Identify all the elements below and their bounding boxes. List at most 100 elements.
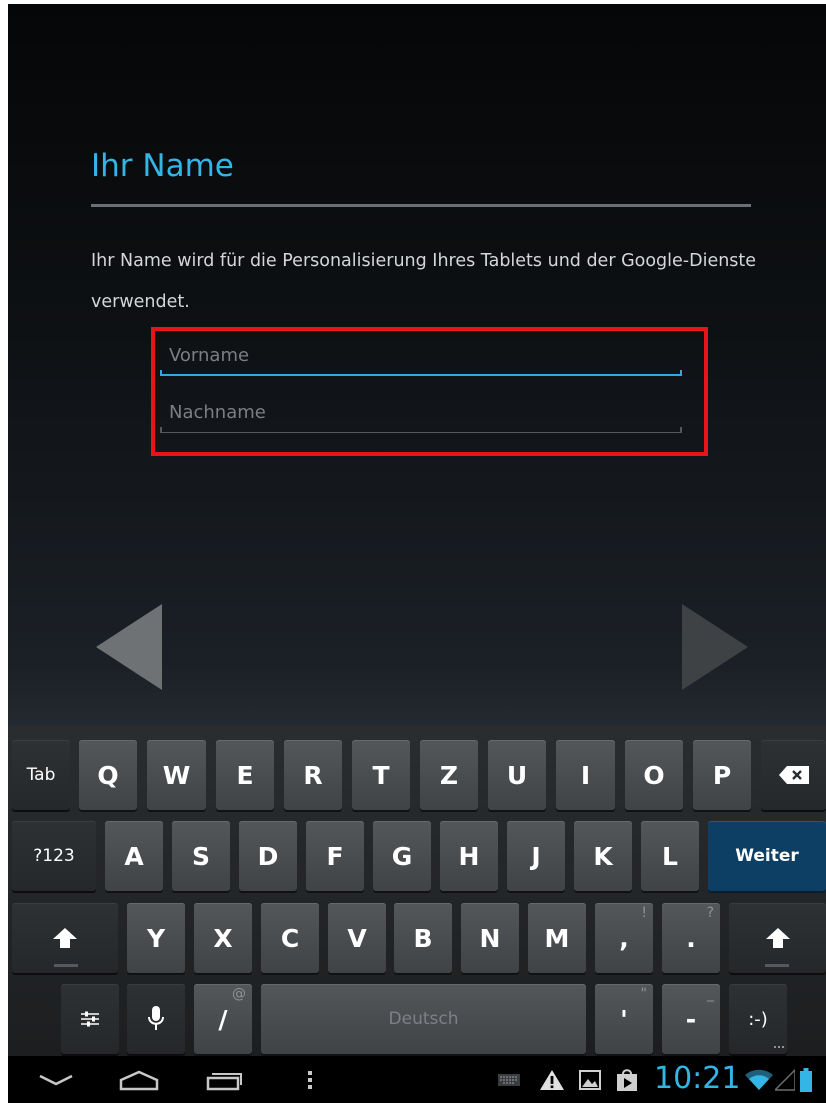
chevron-down-icon bbox=[39, 1074, 73, 1086]
key-apostrophe[interactable]: ' " bbox=[595, 984, 653, 1054]
key-i[interactable]: I bbox=[556, 740, 615, 810]
page-description: Ihr Name wird für die Personalisierung I… bbox=[91, 251, 757, 312]
key-smiley[interactable]: :-) bbox=[729, 984, 787, 1054]
first-name-input[interactable] bbox=[160, 338, 682, 372]
shopping-bag-icon bbox=[617, 1069, 637, 1091]
key-s[interactable]: S bbox=[172, 821, 230, 891]
key-symbols[interactable]: ?123 bbox=[12, 821, 96, 891]
key-r[interactable]: R bbox=[284, 740, 342, 810]
key-smiley-label: :-) bbox=[748, 1008, 768, 1030]
key-voice[interactable] bbox=[127, 984, 185, 1054]
warning-status bbox=[538, 1066, 566, 1094]
more-indicator bbox=[774, 1046, 784, 1051]
key-k[interactable]: K bbox=[574, 821, 632, 891]
key-period-hint: ? bbox=[706, 905, 714, 921]
shift-icon bbox=[53, 928, 77, 948]
key-e[interactable]: E bbox=[216, 740, 274, 810]
title-divider bbox=[91, 204, 751, 207]
first-name-field-wrapper bbox=[160, 338, 682, 376]
key-n[interactable]: N bbox=[461, 903, 519, 973]
key-o[interactable]: O bbox=[625, 740, 683, 810]
key-slash-hint: @ bbox=[232, 986, 246, 1002]
key-h[interactable]: H bbox=[440, 821, 498, 891]
key-a[interactable]: A bbox=[105, 821, 163, 891]
last-name-field-wrapper bbox=[160, 395, 682, 433]
system-navigation-bar: 10:21 bbox=[8, 1056, 826, 1103]
key-j[interactable]: J bbox=[507, 821, 565, 891]
key-symbols-label: ?123 bbox=[33, 846, 75, 866]
shift-indicator bbox=[765, 964, 789, 967]
key-f[interactable]: F bbox=[306, 821, 364, 891]
home-button[interactable] bbox=[114, 1066, 164, 1094]
battery-icon bbox=[800, 1068, 812, 1092]
status-clock: 10:21 bbox=[654, 1061, 741, 1096]
back-button[interactable] bbox=[96, 604, 164, 690]
microphone-icon bbox=[148, 1006, 164, 1030]
last-name-underline bbox=[160, 427, 682, 433]
signal-icon bbox=[775, 1069, 795, 1091]
play-store-status bbox=[614, 1066, 640, 1094]
overflow-menu-icon bbox=[308, 1071, 312, 1089]
key-period-label: . bbox=[686, 923, 696, 953]
key-z[interactable]: Z bbox=[420, 740, 478, 810]
battery-status bbox=[798, 1066, 814, 1094]
key-slash-label: / bbox=[218, 1004, 228, 1034]
home-icon bbox=[119, 1070, 159, 1091]
tablet-screen: Ihr Name Ihr Name wird für die Personali… bbox=[8, 4, 826, 1103]
key-shift-right[interactable] bbox=[729, 903, 826, 973]
key-apostrophe-hint: " bbox=[640, 986, 647, 1002]
settings-sliders-icon bbox=[81, 1011, 99, 1027]
key-slash[interactable]: / @ bbox=[194, 984, 252, 1054]
on-screen-keyboard: Tab Q W E R T Z U I O P ?123 A S D F G H… bbox=[8, 726, 826, 1056]
key-settings[interactable] bbox=[61, 984, 119, 1054]
menu-button[interactable] bbox=[300, 1066, 320, 1094]
keyboard-icon bbox=[498, 1074, 520, 1086]
key-shift-left[interactable] bbox=[12, 903, 118, 973]
key-dash-label: - bbox=[685, 1004, 697, 1034]
recent-apps-button[interactable] bbox=[202, 1066, 246, 1094]
backspace-icon bbox=[778, 766, 809, 784]
next-button[interactable] bbox=[680, 604, 748, 690]
hide-keyboard-button[interactable] bbox=[34, 1066, 78, 1094]
screenshot-status bbox=[578, 1066, 602, 1094]
key-comma[interactable]: , ! bbox=[595, 903, 653, 973]
back-arrow-icon bbox=[96, 604, 162, 690]
key-space-label: Deutsch bbox=[388, 1009, 459, 1029]
wifi-status bbox=[744, 1066, 774, 1094]
key-space[interactable]: Deutsch bbox=[261, 984, 586, 1054]
key-c[interactable]: C bbox=[261, 903, 319, 973]
key-b[interactable]: B bbox=[394, 903, 452, 973]
warning-icon bbox=[540, 1070, 564, 1090]
image-icon bbox=[579, 1070, 601, 1090]
recent-apps-icon bbox=[206, 1073, 242, 1091]
key-next-label: Weiter bbox=[735, 846, 799, 866]
page-title: Ihr Name bbox=[91, 148, 234, 184]
key-d[interactable]: D bbox=[239, 821, 297, 891]
wifi-icon bbox=[745, 1069, 773, 1090]
key-x[interactable]: X bbox=[194, 903, 252, 973]
key-g[interactable]: G bbox=[373, 821, 431, 891]
key-comma-label: , bbox=[619, 923, 629, 953]
key-apostrophe-label: ' bbox=[620, 1004, 628, 1034]
last-name-input[interactable] bbox=[160, 395, 682, 429]
key-comma-hint: ! bbox=[641, 905, 647, 921]
key-y[interactable]: Y bbox=[127, 903, 185, 973]
key-p[interactable]: P bbox=[693, 740, 751, 810]
next-arrow-icon bbox=[682, 604, 748, 690]
key-q[interactable]: Q bbox=[79, 740, 137, 810]
key-m[interactable]: M bbox=[528, 903, 586, 973]
signal-status bbox=[774, 1066, 796, 1094]
key-period[interactable]: . ? bbox=[662, 903, 720, 973]
key-next-action[interactable]: Weiter bbox=[708, 821, 826, 891]
key-backspace[interactable] bbox=[761, 740, 826, 810]
key-v[interactable]: V bbox=[328, 903, 386, 973]
key-l[interactable]: L bbox=[641, 821, 699, 891]
key-w[interactable]: W bbox=[147, 740, 206, 810]
key-dash[interactable]: - _ bbox=[662, 984, 720, 1054]
key-t[interactable]: T bbox=[352, 740, 410, 810]
key-tab[interactable]: Tab bbox=[12, 740, 70, 810]
first-name-underline bbox=[160, 370, 682, 376]
key-tab-label: Tab bbox=[26, 765, 56, 785]
key-u[interactable]: U bbox=[488, 740, 546, 810]
keyboard-status bbox=[497, 1066, 521, 1094]
